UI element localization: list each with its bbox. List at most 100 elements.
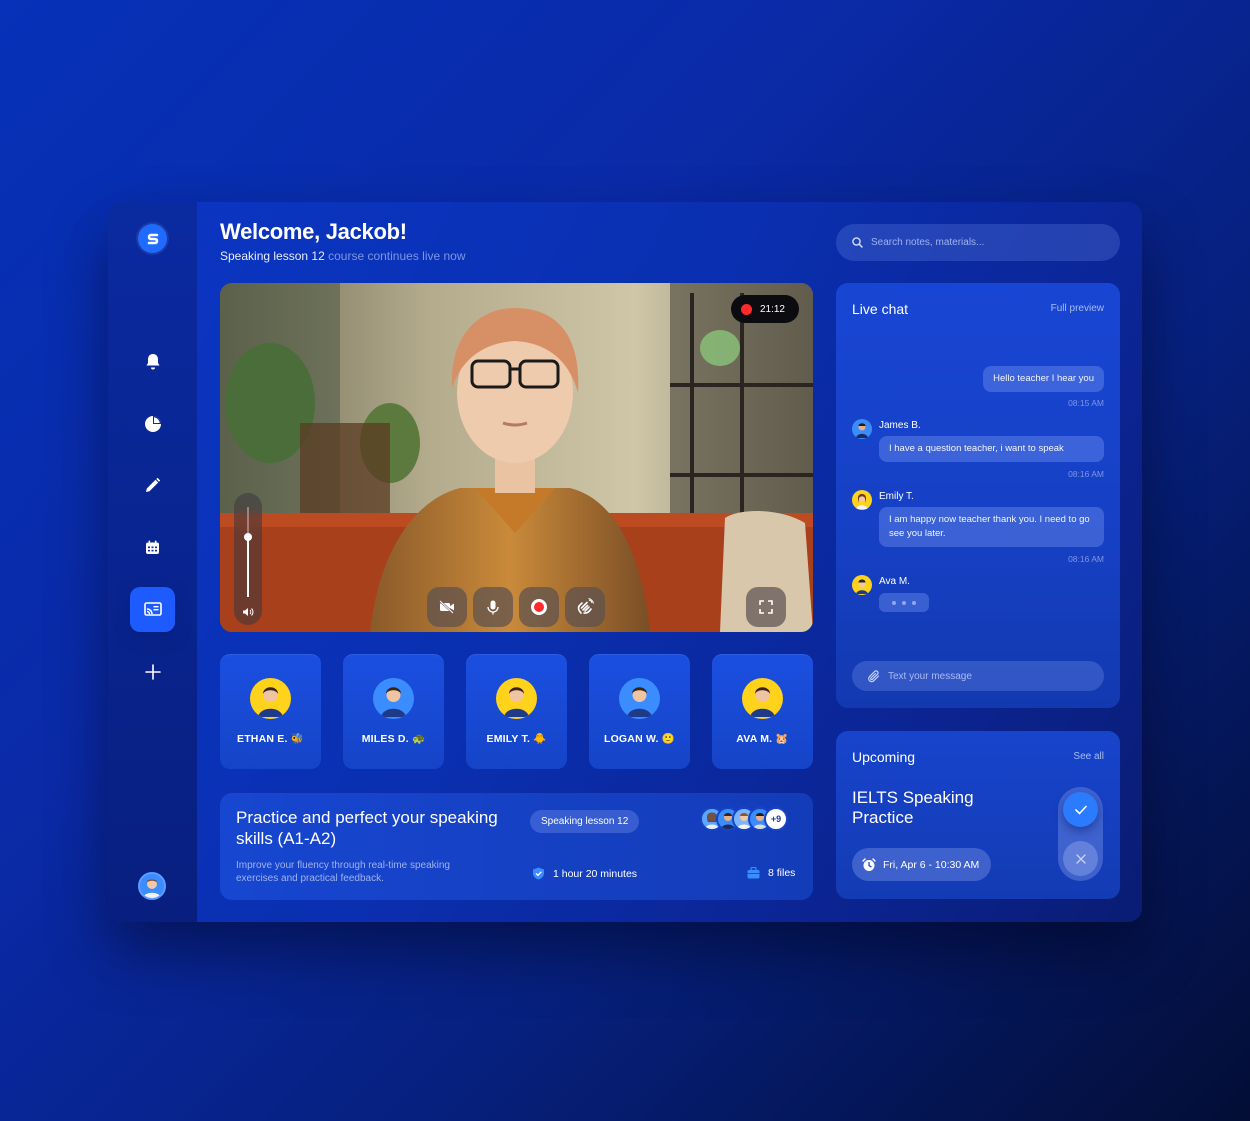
shield-check-icon [533,867,544,880]
upcoming-title: Upcoming [852,749,916,765]
status-text: course continues live now [328,249,466,263]
lesson-title: Practice and perfect your speaking skill… [236,808,498,848]
lesson-description: Improve your fluency through real-time s… [236,860,450,884]
bell-icon [146,353,159,369]
chat-title: Live chat [852,301,909,317]
participant-name: ETHAN E. 🐝 [220,732,321,745]
accept-button[interactable] [1063,792,1098,827]
fullscreen-button[interactable] [746,587,786,627]
app-window: Welcome, Jackob! Speaking lesson 12 cour… [108,202,1142,922]
message-composer[interactable] [852,661,1104,691]
camera-off-icon [439,600,454,614]
pie-chart-icon [144,415,161,432]
lesson-card[interactable]: Practice and perfect your speaking skill… [220,793,813,900]
participant-name-text: EMILY T. [486,733,531,745]
participant-card[interactable]: LOGAN W. 🙂 [589,654,690,769]
participant-card[interactable]: ETHAN E. 🐝 [220,654,321,769]
chat-message: I am happy now teacher thank you. I need… [879,507,1104,547]
raise-hand-button[interactable] [565,587,605,627]
participant-avatar [250,678,291,719]
participant-name-text: AVA M. [736,733,773,745]
participant-name: EMILY T. 🐥 [466,732,567,745]
check-icon [1074,805,1087,815]
participant-name-text: LOGAN W. [603,733,659,745]
sidebar-item-stats[interactable] [130,401,175,446]
volume-fill [247,538,249,597]
alarm-clock-icon [862,857,876,871]
see-all-link[interactable]: See all [1073,751,1104,762]
lesson-duration: 1 hour 20 minutes [532,867,637,880]
camera-toggle-button[interactable] [427,587,467,627]
briefcase-icon [747,867,760,879]
fullscreen-icon [759,600,773,614]
upcoming-panel: Upcoming See all IELTS Speaking Practice… [836,731,1120,899]
video-stream[interactable]: 21:12 [220,283,813,632]
sidebar-item-add[interactable] [130,649,175,694]
more-attendees-count[interactable]: +9 [764,807,788,831]
volume-handle[interactable] [244,533,252,541]
user-avatar[interactable] [138,872,166,900]
participant-emoji: 🙂 [661,733,676,745]
typing-indicator [879,593,929,612]
message-input[interactable] [888,670,1088,682]
participant-name: MILES D. 🐢 [343,732,444,745]
message-time: 08:15 AM [1068,398,1104,408]
sidebar-item-notes[interactable] [130,463,175,508]
chat-message: I have a question teacher, i want to spe… [879,436,1104,462]
chat-author: James B. [879,420,921,431]
attendance-toggle [1058,787,1103,881]
participant-card[interactable]: EMILY T. 🐥 [466,654,567,769]
chat-avatar-emily [852,490,872,510]
volume-slider[interactable] [234,493,262,625]
participant-emoji: 🐥 [533,733,547,745]
recording-timer: 21:12 [730,295,799,323]
participant-name: AVA M. 🐹 [712,732,813,745]
timer-text: 21:12 [759,303,785,315]
event-date-text: Fri, Apr 6 - 10:30 AM [883,858,980,871]
participant-name: LOGAN W. 🙂 [589,732,690,745]
full-preview-link[interactable]: Full preview [1051,303,1104,314]
message-time: 08:16 AM [1068,554,1104,564]
plus-icon [144,663,161,680]
search-icon [852,237,863,248]
participant-emoji: 🐢 [411,733,426,745]
chat-author: Emily T. [879,491,914,502]
hand-wave-icon [577,598,594,614]
chat-avatar-ava [852,575,872,595]
participant-card[interactable]: MILES D. 🐢 [343,654,444,769]
sidebar-item-calendar[interactable] [130,525,175,570]
participant-name-text: ETHAN E. [236,733,288,745]
paperclip-icon[interactable] [868,669,880,683]
logo-icon [147,233,158,244]
recording-dot-icon [740,303,752,315]
microphone-button[interactable] [473,587,513,627]
participant-emoji: 🐝 [290,733,304,745]
participant-avatar [742,678,783,719]
participant-avatar [373,678,414,719]
event-title: IELTS Speaking Practice [852,788,974,827]
microphone-icon [487,600,499,614]
participant-name-text: MILES D. [361,733,409,745]
record-button[interactable] [519,587,559,627]
message-time: 08:16 AM [1068,469,1104,479]
decline-button[interactable] [1063,841,1098,876]
participant-card[interactable]: AVA M. 🐹 [712,654,813,769]
attendee-stack[interactable]: +9 [700,807,788,833]
chat-avatar-james [852,419,872,439]
current-lesson-label: Speaking lesson 12 [220,249,325,263]
sidebar-item-live[interactable] [130,587,175,632]
chat-message-own: Hello teacher I hear you [983,366,1104,392]
app-logo[interactable] [138,224,167,253]
search-input[interactable] [871,237,1101,248]
event-date: Fri, Apr 6 - 10:30 AM [852,848,992,881]
files-count-text: 8 files [768,867,796,879]
participant-emoji: 🐹 [775,733,789,745]
close-icon [1075,853,1086,864]
lesson-files[interactable]: 8 files [747,867,795,879]
sidebar-item-notifications[interactable] [130,339,175,384]
lesson-chip[interactable]: Speaking lesson 12 [530,810,640,833]
search-bar[interactable] [836,224,1120,261]
participant-avatar [619,678,660,719]
chat-author: Ava M. [879,576,910,587]
user-avatar-image [143,879,161,898]
